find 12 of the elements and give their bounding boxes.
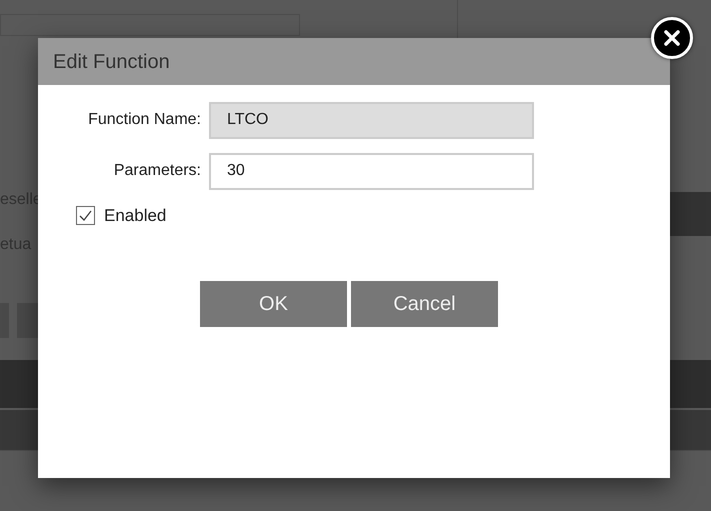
close-icon: [664, 30, 680, 46]
dialog-title: Edit Function: [53, 50, 170, 74]
input-field[interactable]: 30: [209, 152, 534, 190]
checkbox[interactable]: [76, 206, 95, 226]
close-button[interactable]: [651, 17, 693, 59]
field-label: Function Name:: [87, 110, 202, 130]
background-bar: [670, 192, 711, 236]
check-icon: [79, 210, 92, 222]
field-label: Parameters:: [112, 161, 202, 181]
dialog-button[interactable]: Cancel: [351, 280, 498, 326]
checkbox-label: Enabled: [104, 205, 166, 227]
dialog-button[interactable]: OK: [200, 280, 347, 326]
